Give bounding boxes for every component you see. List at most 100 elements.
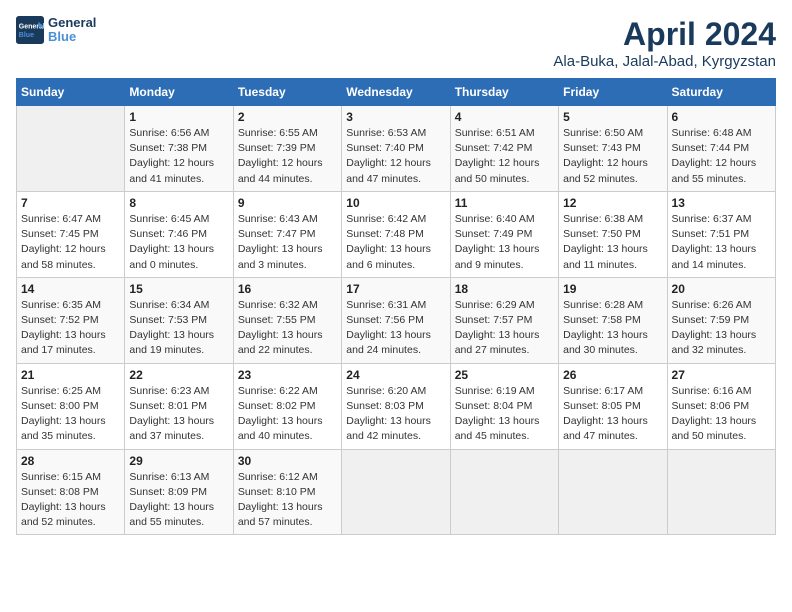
day-number: 12 [563, 196, 662, 210]
day-info: Sunrise: 6:38 AMSunset: 7:50 PMDaylight:… [563, 212, 662, 273]
logo-text: General Blue [48, 16, 96, 45]
day-info: Sunrise: 6:12 AMSunset: 8:10 PMDaylight:… [238, 470, 337, 531]
day-info: Sunrise: 6:13 AMSunset: 8:09 PMDaylight:… [129, 470, 228, 531]
dow-header-tuesday: Tuesday [233, 79, 341, 106]
main-title: April 2024 [553, 16, 776, 53]
day-number: 15 [129, 282, 228, 296]
calendar-cell [17, 106, 125, 192]
dow-header-thursday: Thursday [450, 79, 558, 106]
calendar-cell [559, 449, 667, 535]
day-info: Sunrise: 6:56 AMSunset: 7:38 PMDaylight:… [129, 126, 228, 187]
dow-header-wednesday: Wednesday [342, 79, 450, 106]
day-info: Sunrise: 6:20 AMSunset: 8:03 PMDaylight:… [346, 384, 445, 445]
day-number: 23 [238, 368, 337, 382]
calendar-cell: 22Sunrise: 6:23 AMSunset: 8:01 PMDayligh… [125, 363, 233, 449]
day-info: Sunrise: 6:40 AMSunset: 7:49 PMDaylight:… [455, 212, 554, 273]
calendar-cell: 1 Sunrise: 6:56 AMSunset: 7:38 PMDaylight… [125, 106, 233, 192]
day-info: Sunrise: 6:22 AMSunset: 8:02 PMDaylight:… [238, 384, 337, 445]
week-row-4: 21 Sunrise: 6:25 AMSunset: 8:00 PMDayligh… [17, 363, 776, 449]
day-info: Sunrise: 6:25 AMSunset: 8:00 PMDaylight:… [21, 384, 120, 445]
days-of-week-row: SundayMondayTuesdayWednesdayThursdayFrid… [17, 79, 776, 106]
calendar-cell: 12 Sunrise: 6:38 AMSunset: 7:50 PMDayligh… [559, 191, 667, 277]
day-info: Sunrise: 6:15 AMSunset: 8:08 PMDaylight:… [21, 470, 120, 531]
day-number: 7 [21, 196, 120, 210]
day-number: 4 [455, 110, 554, 124]
calendar-cell: 25 Sunrise: 6:19 AMSunset: 8:04 PMDayligh… [450, 363, 558, 449]
calendar-cell: 5 Sunrise: 6:50 AMSunset: 7:43 PMDaylight… [559, 106, 667, 192]
title-block: April 2024 Ala-Buka, Jalal-Abad, Kyrgyzs… [553, 16, 776, 70]
day-number: 21 [21, 368, 120, 382]
day-number: 27 [672, 368, 771, 382]
calendar-cell: 4 Sunrise: 6:51 AMSunset: 7:42 PMDaylight… [450, 106, 558, 192]
day-number: 18 [455, 282, 554, 296]
dow-header-saturday: Saturday [667, 79, 775, 106]
day-info: Sunrise: 6:53 AMSunset: 7:40 PMDaylight:… [346, 126, 445, 187]
calendar-cell: 3 Sunrise: 6:53 AMSunset: 7:40 PMDaylight… [342, 106, 450, 192]
day-number: 25 [455, 368, 554, 382]
day-number: 26 [563, 368, 662, 382]
day-info: Sunrise: 6:29 AMSunset: 7:57 PMDaylight:… [455, 298, 554, 359]
day-number: 8 [129, 196, 228, 210]
logo-icon: General Blue [16, 16, 44, 44]
calendar-body: 1 Sunrise: 6:56 AMSunset: 7:38 PMDaylight… [17, 106, 776, 535]
calendar-cell: 19 Sunrise: 6:28 AMSunset: 7:58 PMDayligh… [559, 277, 667, 363]
day-info: Sunrise: 6:45 AMSunset: 7:46 PMDaylight:… [129, 212, 228, 273]
svg-text:Blue: Blue [19, 32, 34, 39]
day-number: 10 [346, 196, 445, 210]
day-info: Sunrise: 6:43 AMSunset: 7:47 PMDaylight:… [238, 212, 337, 273]
day-number: 1 [129, 110, 228, 124]
calendar-cell: 28 Sunrise: 6:15 AMSunset: 8:08 PMDayligh… [17, 449, 125, 535]
day-number: 13 [672, 196, 771, 210]
day-number: 28 [21, 454, 120, 468]
calendar-cell: 8 Sunrise: 6:45 AMSunset: 7:46 PMDaylight… [125, 191, 233, 277]
day-info: Sunrise: 6:17 AMSunset: 8:05 PMDaylight:… [563, 384, 662, 445]
day-number: 9 [238, 196, 337, 210]
calendar-cell: 23 Sunrise: 6:22 AMSunset: 8:02 PMDayligh… [233, 363, 341, 449]
week-row-2: 7Sunrise: 6:47 AMSunset: 7:45 PMDaylight… [17, 191, 776, 277]
calendar-cell: 15 Sunrise: 6:34 AMSunset: 7:53 PMDayligh… [125, 277, 233, 363]
day-number: 16 [238, 282, 337, 296]
day-number: 22 [129, 368, 228, 382]
logo-line1: General [48, 16, 96, 30]
day-info: Sunrise: 6:35 AMSunset: 7:52 PMDaylight:… [21, 298, 120, 359]
subtitle: Ala-Buka, Jalal-Abad, Kyrgyzstan [553, 53, 776, 70]
dow-header-sunday: Sunday [17, 79, 125, 106]
calendar-cell [342, 449, 450, 535]
calendar-cell: 20 Sunrise: 6:26 AMSunset: 7:59 PMDayligh… [667, 277, 775, 363]
calendar-cell: 30 Sunrise: 6:12 AMSunset: 8:10 PMDayligh… [233, 449, 341, 535]
logo-line2: Blue [48, 30, 96, 44]
calendar-cell: 7Sunrise: 6:47 AMSunset: 7:45 PMDaylight… [17, 191, 125, 277]
day-info: Sunrise: 6:34 AMSunset: 7:53 PMDaylight:… [129, 298, 228, 359]
day-number: 3 [346, 110, 445, 124]
dow-header-friday: Friday [559, 79, 667, 106]
calendar-cell [450, 449, 558, 535]
day-number: 24 [346, 368, 445, 382]
day-number: 5 [563, 110, 662, 124]
calendar-cell: 17Sunrise: 6:31 AMSunset: 7:56 PMDayligh… [342, 277, 450, 363]
day-info: Sunrise: 6:51 AMSunset: 7:42 PMDaylight:… [455, 126, 554, 187]
day-number: 20 [672, 282, 771, 296]
week-row-1: 1 Sunrise: 6:56 AMSunset: 7:38 PMDaylight… [17, 106, 776, 192]
calendar-cell: 26 Sunrise: 6:17 AMSunset: 8:05 PMDayligh… [559, 363, 667, 449]
calendar-cell: 10 Sunrise: 6:42 AMSunset: 7:48 PMDayligh… [342, 191, 450, 277]
calendar-cell [667, 449, 775, 535]
day-number: 14 [21, 282, 120, 296]
calendar-cell: 24 Sunrise: 6:20 AMSunset: 8:03 PMDayligh… [342, 363, 450, 449]
day-number: 19 [563, 282, 662, 296]
day-info: Sunrise: 6:26 AMSunset: 7:59 PMDaylight:… [672, 298, 771, 359]
day-number: 30 [238, 454, 337, 468]
week-row-5: 28 Sunrise: 6:15 AMSunset: 8:08 PMDayligh… [17, 449, 776, 535]
day-info: Sunrise: 6:42 AMSunset: 7:48 PMDaylight:… [346, 212, 445, 273]
calendar-cell: 13Sunrise: 6:37 AMSunset: 7:51 PMDayligh… [667, 191, 775, 277]
day-info: Sunrise: 6:50 AMSunset: 7:43 PMDaylight:… [563, 126, 662, 187]
day-info: Sunrise: 6:19 AMSunset: 8:04 PMDaylight:… [455, 384, 554, 445]
day-info: Sunrise: 6:28 AMSunset: 7:58 PMDaylight:… [563, 298, 662, 359]
dow-header-monday: Monday [125, 79, 233, 106]
day-info: Sunrise: 6:16 AMSunset: 8:06 PMDaylight:… [672, 384, 771, 445]
calendar-cell: 9 Sunrise: 6:43 AMSunset: 7:47 PMDaylight… [233, 191, 341, 277]
calendar-cell: 2Sunrise: 6:55 AMSunset: 7:39 PMDaylight… [233, 106, 341, 192]
day-number: 11 [455, 196, 554, 210]
day-number: 29 [129, 454, 228, 468]
logo: General Blue General Blue [16, 16, 96, 45]
calendar-cell: 6Sunrise: 6:48 AMSunset: 7:44 PMDaylight… [667, 106, 775, 192]
